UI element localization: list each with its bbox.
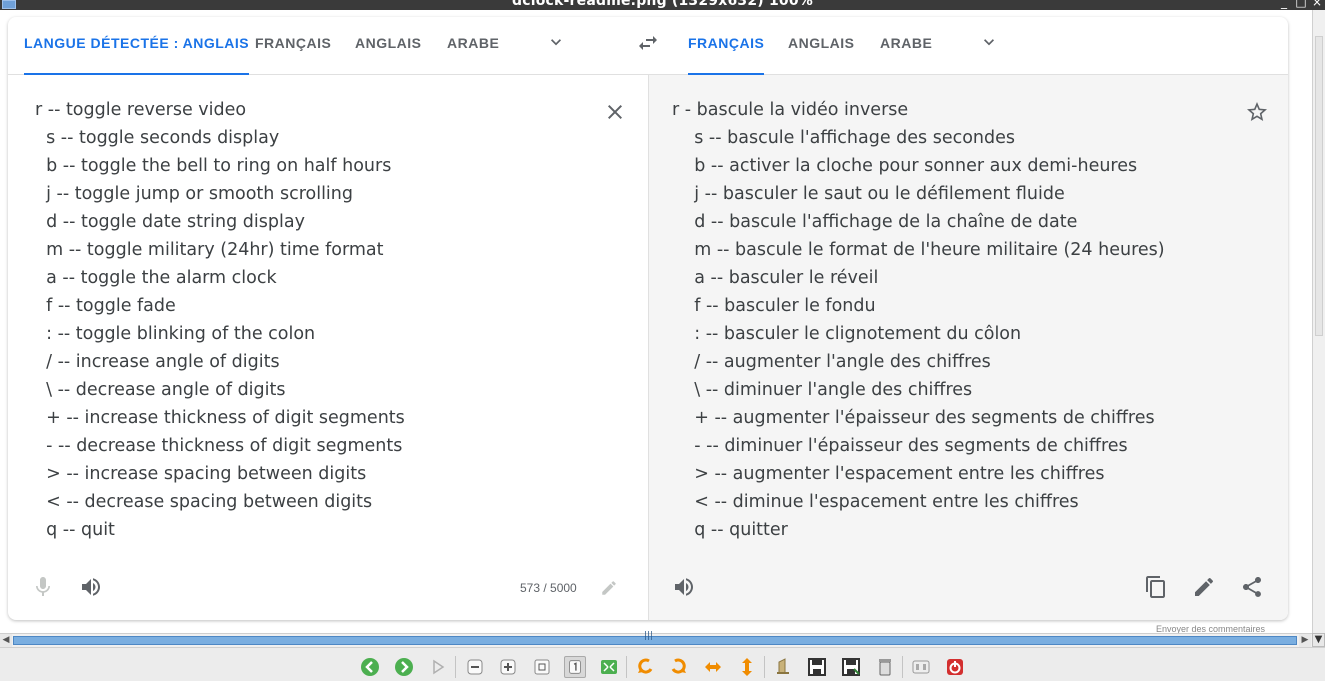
fit-window-icon[interactable] [531,656,553,678]
translation-line: > -- augmenter l'espacement entre les ch… [672,464,1105,484]
translation-line: : -- basculer le clignotement du côlon [672,324,1022,344]
volume-icon[interactable] [672,575,696,599]
tab-target-english[interactable]: ANGLAIS [788,17,855,75]
preferences-icon[interactable] [910,656,932,678]
language-tabs-bar: LANGUE DÉTECTÉE : ANGLAIS FRANÇAIS ANGLA… [8,17,1288,75]
translation-line: f -- basculer le fondu [672,296,876,316]
translation-line: j -- basculer le saut ou le défilement f… [672,184,1065,204]
star-outline-icon[interactable] [1245,100,1269,124]
save-as-icon[interactable] [840,656,862,678]
translation-line: + -- augmenter l'épaisseur des segments … [672,408,1155,428]
source-text[interactable]: r -- toggle reverse video s -- toggle se… [35,96,405,544]
window-title-bar: dclock-readme.png (1329x632) 100% _ □ × [0,0,1325,10]
translation-line: < -- diminue l'espacement entre les chif… [672,492,1079,512]
translation-line: \ -- diminuer l'angle des chiffres [672,380,973,400]
zoom-in-icon[interactable] [497,656,519,678]
tab-source-arabic[interactable]: ARABE [447,17,499,75]
vertical-scroll-thumb[interactable] [1315,36,1323,336]
toolbar-separator [455,656,456,678]
scroll-down-arrow-icon[interactable]: ▼ [1312,633,1325,647]
play-slideshow-icon[interactable] [427,656,449,678]
close-window-button[interactable]: × [1309,0,1325,9]
horizontal-scroll-thumb[interactable] [13,636,1297,645]
source-line: r -- toggle reverse video [35,100,247,120]
source-line: f -- toggle fade [35,296,176,316]
viewer-toolbar [0,647,1325,681]
chevron-down-icon[interactable] [546,32,566,52]
next-image-icon[interactable] [393,656,415,678]
volume-icon[interactable] [79,575,103,599]
pencil-icon[interactable] [600,579,618,597]
translation-line: r - bascule la vidéo inverse [672,100,909,120]
microphone-icon[interactable] [31,575,55,599]
source-text-pane[interactable]: r -- toggle reverse video s -- toggle se… [8,75,648,620]
swap-languages-icon[interactable] [636,31,660,55]
translation-line: q -- quitter [672,520,788,540]
tab-target-arabic[interactable]: ARABE [880,17,932,75]
source-line: j -- toggle jump or smooth scrolling [35,184,353,204]
toolbar-separator [902,656,903,678]
previous-image-icon[interactable] [359,656,381,678]
delete-icon[interactable] [874,656,896,678]
source-line: a -- toggle the alarm clock [35,268,277,288]
source-line: - -- decrease thickness of digit segment… [35,436,403,456]
translation-line: d -- bascule l'affichage de la chaîne de… [672,212,1078,232]
copy-icon[interactable] [1144,575,1168,599]
source-line: \ -- decrease angle of digits [35,380,286,400]
translation-text: r - bascule la vidéo inverse s -- bascul… [672,96,1165,544]
rotate-left-icon[interactable] [634,656,656,678]
quit-icon[interactable] [944,656,966,678]
fullscreen-icon[interactable] [598,656,620,678]
window-title: dclock-readme.png (1329x632) 100% [511,0,814,9]
rotate-right-icon[interactable] [668,656,690,678]
translate-card: LANGUE DÉTECTÉE : ANGLAIS FRANÇAIS ANGLA… [8,17,1288,620]
scroll-left-arrow-icon[interactable]: ◀ [0,634,12,647]
source-line: q -- quit [35,520,115,540]
source-line: d -- toggle date string display [35,212,305,232]
source-line: b -- toggle the bell to ring on half hou… [35,156,392,176]
translation-pane: r - bascule la vidéo inverse s -- bascul… [648,75,1288,620]
source-line: s -- toggle seconds display [35,128,280,148]
tab-target-french[interactable]: FRANÇAIS [688,17,765,75]
original-size-icon[interactable] [564,656,586,678]
translation-line: s -- bascule l'affichage des secondes [672,128,1016,148]
tab-detected-language[interactable]: LANGUE DÉTECTÉE : ANGLAIS [24,17,250,75]
zoom-out-icon[interactable] [464,656,486,678]
scroll-grip-icon: ||| [644,631,654,641]
maximize-button[interactable]: □ [1293,0,1309,9]
pencil-icon[interactable] [1192,575,1216,599]
chevron-down-icon[interactable] [979,32,999,52]
translation-line: b -- activer la cloche pour sonner aux d… [672,156,1138,176]
source-line: : -- toggle blinking of the colon [35,324,316,344]
source-line: > -- increase spacing between digits [35,464,367,484]
toolbar-separator [764,656,765,678]
flip-vertical-icon[interactable] [736,656,758,678]
translation-line: a -- basculer le réveil [672,268,879,288]
source-line: / -- increase angle of digits [35,352,280,372]
source-line: m -- toggle military (24hr) time format [35,240,384,260]
close-icon[interactable] [603,100,627,124]
character-counter: 573 / 5000 [520,581,577,595]
share-icon[interactable] [1240,575,1264,599]
toolbar-separator [626,656,627,678]
flip-horizontal-icon[interactable] [702,656,724,678]
translation-line: - -- diminuer l'épaisseur des segments d… [672,436,1128,456]
scroll-right-arrow-icon[interactable]: ▶ [1299,634,1311,647]
source-line: < -- decrease spacing between digits [35,492,373,512]
source-line: + -- increase thickness of digit segment… [35,408,405,428]
tab-source-english[interactable]: ANGLAIS [355,17,422,75]
vertical-scrollbar[interactable] [1312,10,1325,633]
minimize-button[interactable]: _ [1276,0,1292,9]
save-icon[interactable] [806,656,828,678]
translation-line: / -- augmenter l'angle des chiffres [672,352,991,372]
translation-line: m -- bascule le format de l'heure milita… [672,240,1165,260]
open-file-icon[interactable] [772,656,794,678]
horizontal-scrollbar[interactable]: ◀ ||| ▶ [0,631,1312,647]
tab-source-french[interactable]: FRANÇAIS [255,17,331,75]
